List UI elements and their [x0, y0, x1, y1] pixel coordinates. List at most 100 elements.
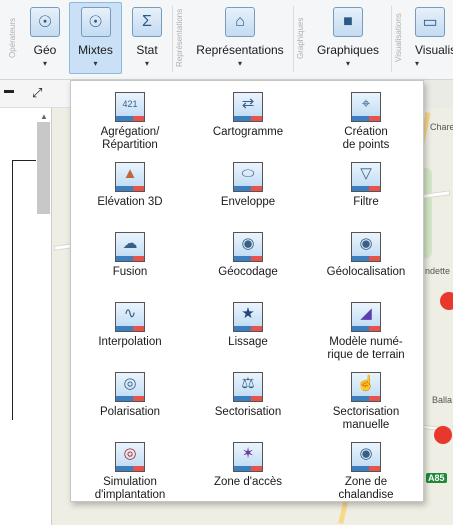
menu-item-geolocalisation[interactable]: ◉ Géolocalisation — [307, 225, 425, 295]
mixtes-dropdown-menu: 421 Agrégation/ Répartition ⇄ Cartogramm… — [70, 80, 424, 502]
menu-item-filtre[interactable]: ▽ Filtre — [307, 155, 425, 225]
menu-item-label: Filtre — [353, 196, 379, 208]
group-label-graphiques: Graphiques — [296, 17, 305, 59]
stat-button[interactable]: Σ Stat ▾ — [126, 2, 168, 74]
menu-item-sectorisation-manuelle[interactable]: ☝ Sectorisation manuelle — [307, 365, 425, 435]
menu-item-label: Sectorisation manuelle — [332, 406, 400, 431]
menu-item-enveloppe[interactable]: ⬭ Enveloppe — [189, 155, 307, 225]
menu-item-elevation-3d[interactable]: ▲ Elévation 3D — [71, 155, 189, 225]
aggregation-icon: 421 — [115, 92, 145, 122]
menu-item-lissage[interactable]: ★ Lissage — [189, 295, 307, 365]
chevron-down-icon: ▾ — [237, 59, 242, 68]
menu-item-label: Création de points — [342, 126, 390, 151]
geo-button[interactable]: ☉ Géo ▾ — [24, 2, 66, 74]
menu-item-interpolation[interactable]: ∿ Interpolation — [71, 295, 189, 365]
ribbon-separator — [293, 6, 294, 72]
menu-item-cartogramme[interactable]: ⇄ Cartogramme — [189, 85, 307, 155]
map-label-chare: Chare — [430, 122, 453, 132]
group-label-visualisations: Visualisations — [394, 13, 403, 63]
expand-icon[interactable]: ⤢ — [32, 85, 42, 101]
polarisation-icon: ◎ — [115, 372, 145, 402]
menu-item-label: Simulation d'implantation — [94, 476, 166, 501]
menu-item-label: Géolocalisation — [326, 266, 406, 278]
menu-item-label: Sectorisation — [214, 406, 282, 418]
map-label-ndette: ndette — [425, 266, 451, 276]
menu-item-label: Elévation 3D — [97, 196, 163, 208]
menu-item-fusion[interactable]: ☁ Fusion — [71, 225, 189, 295]
chevron-down-icon: ▾ — [144, 59, 149, 68]
road-number-badge: A85 — [426, 473, 447, 483]
tree-line — [12, 160, 13, 420]
graphiques-button-label: Graphiques — [316, 43, 380, 57]
menu-item-zone-de-chalandise[interactable]: ◉ Zone de chalandise — [307, 435, 425, 505]
ribbon-separator — [391, 6, 392, 72]
menu-item-label: Interpolation — [98, 336, 162, 348]
smoothing-icon: ★ — [233, 302, 263, 332]
map-marker[interactable] — [434, 426, 452, 444]
envelope-icon: ⬭ — [233, 162, 263, 192]
menu-item-zone-d-acces[interactable]: ✶ Zone d'accès — [189, 435, 307, 505]
fusion-icon: ☁ — [115, 232, 145, 262]
geolocation-icon: ◉ — [351, 232, 381, 262]
menu-item-label: Modèle numé- rique de terrain — [327, 336, 405, 361]
menu-item-label: Lissage — [228, 336, 268, 348]
terrain-model-icon: ◢ — [351, 302, 381, 332]
monitor-icon: ▭ — [415, 7, 445, 37]
geo-button-label: Géo — [33, 43, 57, 57]
compass-icon: ☉ — [30, 7, 60, 37]
map-marker[interactable] — [440, 292, 453, 310]
ribbon: Opérateurs ☉ Géo ▾ ☉ Mixtes ▾ Σ Stat ▾ R… — [0, 0, 453, 80]
menu-item-label: Cartogramme — [212, 126, 284, 138]
menu-item-sectorisation[interactable]: ⚖ Sectorisation — [189, 365, 307, 435]
menu-item-creation-de-points[interactable]: ⌖ Création de points — [307, 85, 425, 155]
menu-item-simulation-implantation[interactable]: ◎ Simulation d'implantation — [71, 435, 189, 505]
group-label-representations: Représentations — [175, 8, 184, 68]
minimize-icon[interactable] — [4, 90, 14, 93]
menu-item-label: Enveloppe — [220, 196, 276, 208]
menu-item-polarisation[interactable]: ◎ Polarisation — [71, 365, 189, 435]
manual-sectorisation-icon: ☝ — [351, 372, 381, 402]
access-zone-icon: ✶ — [233, 442, 263, 472]
map-label-balla: Balla — [432, 395, 453, 405]
menu-item-label: Zone de chalandise — [338, 476, 394, 501]
sigma-icon: Σ — [132, 7, 162, 37]
chart-icon: ■ — [333, 7, 363, 37]
cartogram-icon: ⇄ — [233, 92, 263, 122]
menu-item-label: Géocodage — [218, 266, 278, 278]
catchment-area-icon: ◉ — [351, 442, 381, 472]
elevation-3d-icon: ▲ — [115, 162, 145, 192]
representations-button-label: Représentations — [196, 43, 284, 57]
point-creation-icon: ⌖ — [351, 92, 381, 122]
chevron-down-icon: ▾ — [42, 59, 47, 68]
tree-line — [12, 160, 36, 161]
menu-item-agregation-repartition[interactable]: 421 Agrégation/ Répartition — [71, 85, 189, 155]
menu-item-label: Agrégation/ Répartition — [100, 126, 160, 151]
menu-item-label: Polarisation — [99, 406, 161, 418]
visualisations-button-label: Visualis — [415, 43, 453, 57]
left-panel: ▲ — [0, 108, 52, 525]
scroll-up-arrow-icon[interactable]: ▲ — [40, 112, 48, 121]
stat-button-label: Stat — [136, 43, 158, 57]
geocoding-icon: ◉ — [233, 232, 263, 262]
representations-button[interactable]: ⌂ Représentations ▾ — [190, 2, 290, 74]
map-house-icon: ⌂ — [225, 7, 255, 37]
menu-item-geocodage[interactable]: ◉ Géocodage — [189, 225, 307, 295]
chevron-down-icon: ▾ — [93, 59, 98, 68]
compass-sigma-icon: ☉ — [80, 7, 111, 37]
panel-toolbar: ⤢ — [0, 80, 72, 108]
mixtes-button[interactable]: ☉ Mixtes ▾ — [69, 2, 122, 74]
implantation-simulation-icon: ◎ — [115, 442, 145, 472]
menu-item-modele-numerique-de-terrain[interactable]: ◢ Modèle numé- rique de terrain — [307, 295, 425, 365]
scrollbar-thumb[interactable] — [37, 122, 50, 214]
menu-item-label: Zone d'accès — [213, 476, 283, 488]
graphiques-button[interactable]: ■ Graphiques ▾ — [310, 2, 386, 74]
sectorisation-icon: ⚖ — [233, 372, 263, 402]
mixtes-button-label: Mixtes — [78, 43, 113, 57]
ribbon-separator — [172, 6, 173, 72]
menu-item-label: Fusion — [112, 266, 148, 278]
visualisations-button[interactable]: ▭ Visualis ▾ — [410, 2, 453, 74]
chevron-down-icon: ▾ — [415, 59, 420, 68]
interpolation-icon: ∿ — [115, 302, 145, 332]
filter-icon: ▽ — [351, 162, 381, 192]
group-label-operateurs: Opérateurs — [8, 17, 17, 59]
